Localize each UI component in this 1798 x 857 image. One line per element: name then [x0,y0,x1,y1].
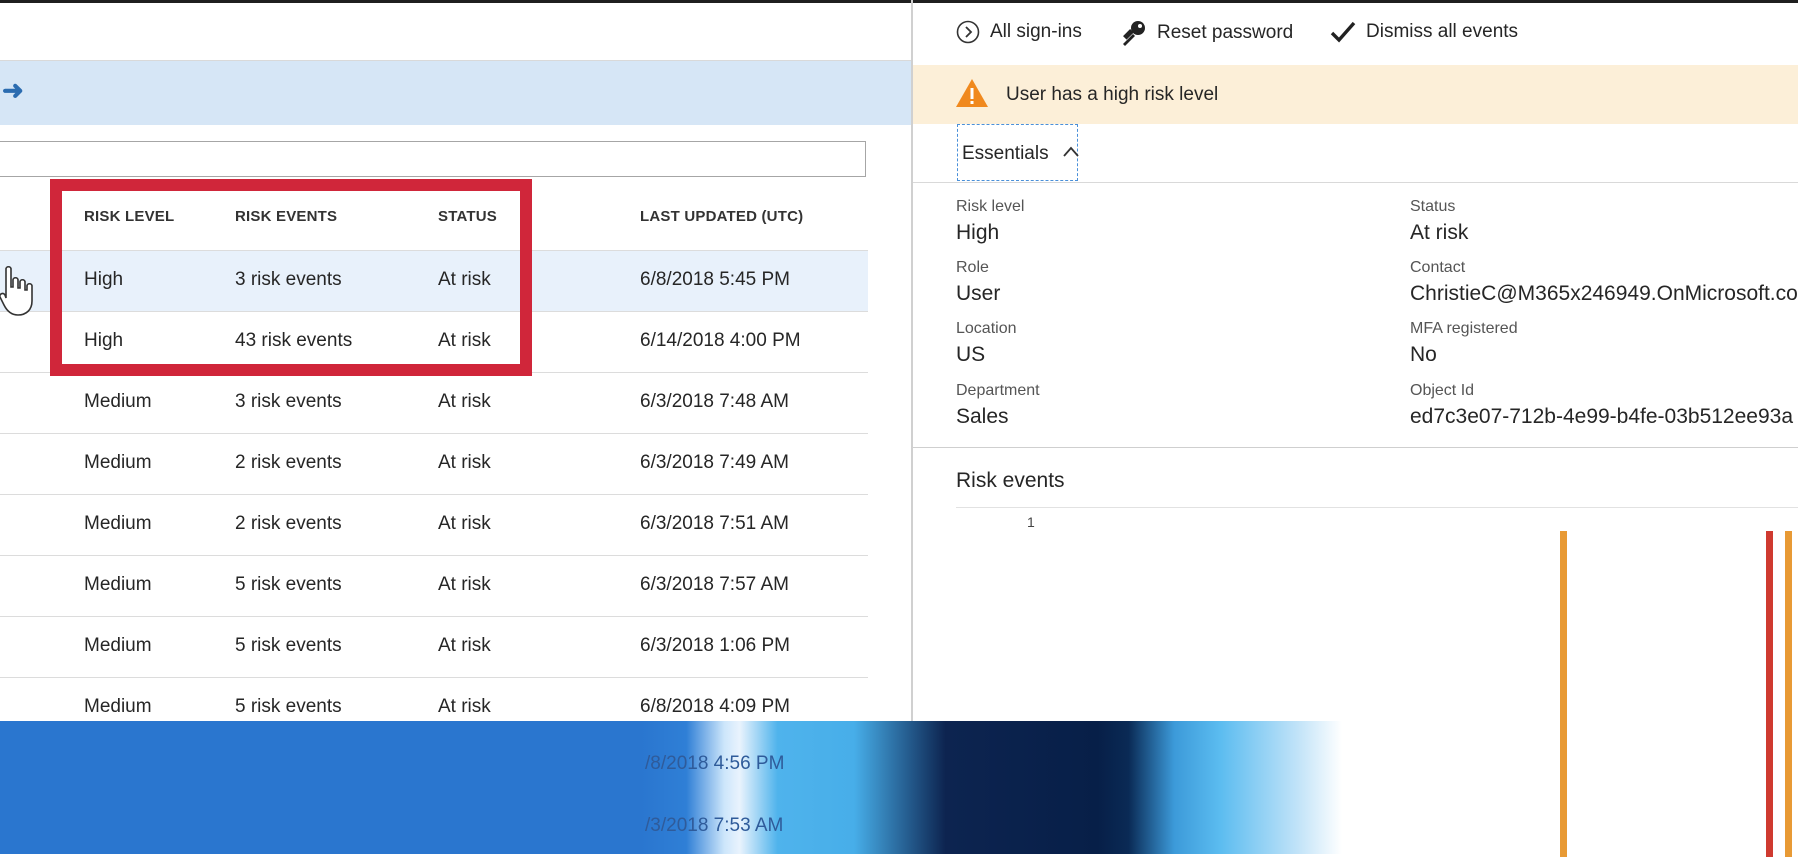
cell-risk-level: Medium [84,635,152,656]
hand-pointer-cursor-icon [0,265,33,316]
contact-value[interactable]: ChristieC@M365x246949.OnMicrosoft.co [1410,282,1798,306]
cell-status: At risk [438,696,491,717]
list-action-bar: ➜ [0,61,911,125]
cell-risk-events: 5 risk events [235,696,342,717]
risk-events-title: Risk events [956,469,1065,492]
location-label: Location [956,320,1017,337]
contact-label: Contact [1410,259,1466,276]
risk-events-separator [956,507,1798,508]
warning-text: User has a high risk level [1006,84,1219,105]
cell-risk-level: Medium [84,696,152,717]
cell-status: At risk [438,574,491,595]
obscured-last-updated: /8/2018 4:56 PM [645,753,785,774]
risk-level-label: Risk level [956,198,1025,215]
department-value: Sales [956,405,1009,428]
risk-warning-banner: User has a high risk level [913,65,1798,124]
dismiss-all-events-button[interactable]: Dismiss all events [1330,20,1518,44]
cell-risk-events: 2 risk events [235,452,342,473]
arrow-right-icon[interactable]: ➜ [2,75,24,106]
role-value: User [956,282,1001,305]
essentials-separator [913,182,1798,183]
risk-level-value: High [956,221,1000,244]
risk-events-y-tick: 1 [1027,514,1035,530]
cell-risk-events: 5 risk events [235,574,342,595]
circle-chevron-right-icon [956,20,980,44]
status-value: At risk [1410,221,1469,244]
object-id-label: Object Id [1410,382,1475,399]
cell-risk-events: 5 risk events [235,635,342,656]
table-row[interactable]: Medium 2 risk events At risk 6/3/2018 7:… [0,434,868,495]
mfa-registered-value: No [1410,343,1437,366]
cell-risk-level: Medium [84,574,152,595]
table-row[interactable]: Medium 3 risk events At risk 6/3/2018 7:… [0,373,868,434]
cell-status: At risk [438,635,491,656]
cell-status: At risk [438,513,491,534]
highlight-box [50,179,532,376]
table-row[interactable]: Medium 2 risk events At risk 6/3/2018 7:… [0,495,868,556]
cell-status: At risk [438,391,491,412]
cell-risk-level: Medium [84,513,152,534]
status-label: Status [1410,198,1456,215]
dismiss-all-events-label: Dismiss all events [1366,21,1519,42]
department-label: Department [956,382,1040,399]
essentials-toggle[interactable]: Essentials [957,124,1079,181]
cell-last-updated: 6/3/2018 7:51 AM [640,513,789,534]
list-header-area [0,3,911,61]
table-row[interactable]: Medium 5 risk events At risk 6/3/2018 7:… [0,556,868,617]
reset-password-label: Reset password [1157,22,1294,43]
all-signins-label: All sign-ins [990,21,1082,42]
cell-status: At risk [438,452,491,473]
all-signins-button[interactable]: All sign-ins [956,20,1082,44]
checkmark-icon [1330,21,1356,43]
risk-event-bar-orange[interactable] [1560,531,1567,857]
cell-last-updated: 6/3/2018 7:57 AM [640,574,789,595]
location-value: US [956,343,986,366]
risk-event-bar-red[interactable] [1766,531,1773,857]
reset-password-button[interactable]: Reset password [1121,20,1293,46]
table-row[interactable]: Medium 5 risk events At risk 6/3/2018 1:… [0,617,868,678]
role-label: Role [956,259,989,276]
obscured-last-updated: /3/2018 7:53 AM [645,815,784,836]
cell-last-updated: 6/3/2018 7:49 AM [640,452,789,473]
column-header-last-updated[interactable]: LAST UPDATED (UTC) [640,208,803,225]
command-bar: All sign-ins Reset password Dismiss all … [913,3,1798,61]
cell-last-updated: 6/14/2018 4:00 PM [640,330,801,351]
cell-risk-events: 3 risk events [235,391,342,412]
warning-icon [956,79,988,107]
chevron-up-icon [1063,146,1079,157]
key-icon [1123,21,1145,46]
cell-last-updated: 6/8/2018 5:45 PM [640,269,790,290]
cell-risk-level: Medium [84,391,152,412]
search-input[interactable] [0,141,866,177]
cell-last-updated: 6/3/2018 1:06 PM [640,635,790,656]
risk-event-bar-orange[interactable] [1785,531,1792,857]
section-separator [913,447,1798,448]
essentials-label: Essentials [962,143,1049,164]
cell-risk-events: 2 risk events [235,513,342,534]
cell-risk-level: Medium [84,452,152,473]
object-id-value: ed7c3e07-712b-4e99-b4fe-03b512ee93a [1410,405,1794,428]
mfa-registered-label: MFA registered [1410,320,1518,337]
cell-last-updated: 6/8/2018 4:09 PM [640,696,790,717]
cell-last-updated: 6/3/2018 7:48 AM [640,391,789,412]
